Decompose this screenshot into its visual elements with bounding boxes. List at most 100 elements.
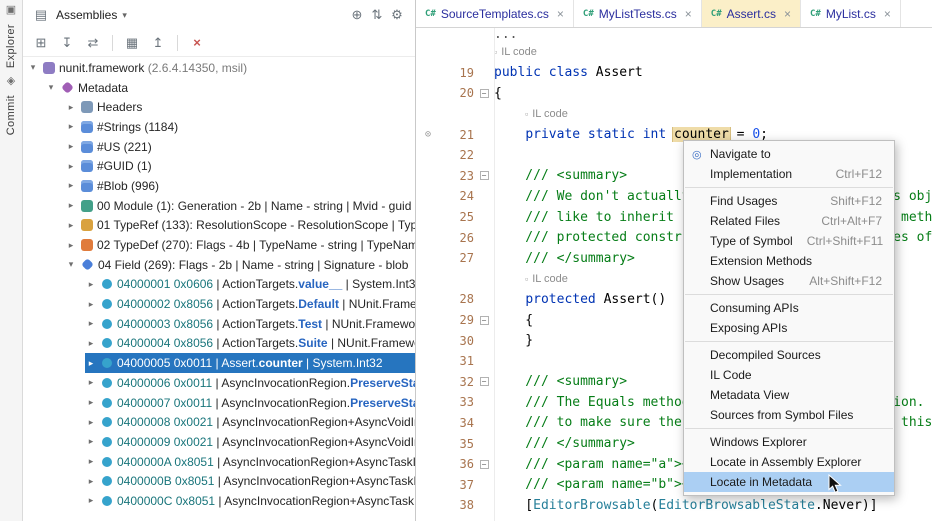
code-text[interactable]: public class Assert: [494, 65, 932, 80]
menu-item-consuming-apis[interactable]: Consuming APIs: [684, 298, 894, 318]
tree-row[interactable]: ▾Metadata: [23, 78, 415, 98]
menu-item-il-code[interactable]: IL Code: [684, 365, 894, 385]
chevron-down-icon[interactable]: ▾: [45, 82, 57, 93]
globe-icon[interactable]: ⊕: [347, 5, 367, 25]
tree-row-content[interactable]: ▸#Blob (996): [65, 176, 415, 196]
tab-sourcetemplates-cs[interactable]: C#SourceTemplates.cs×: [416, 0, 574, 27]
menu-item-navigate-to[interactable]: ◎Navigate to: [684, 144, 894, 164]
tree-row[interactable]: ▸#GUID (1): [23, 156, 415, 176]
tree-row[interactable]: ▸02 TypeDef (270): Flags - 4b | TypeName…: [23, 235, 415, 255]
code-text[interactable]: [EditorBrowsable(EditorBrowsableState.Ne…: [494, 498, 932, 513]
tree-row-content[interactable]: ▸04000003 0x8056 | ActionTargets.Test | …: [85, 314, 415, 334]
chevron-right-icon[interactable]: ▸: [65, 180, 77, 191]
fold-marker-icon[interactable]: −: [480, 316, 489, 325]
tool-window-tab-commit[interactable]: Commit: [5, 95, 17, 135]
menu-item-exposing-apis[interactable]: Exposing APIs: [684, 318, 894, 338]
tool-window-tab-explorer[interactable]: Explorer: [5, 24, 17, 68]
code-text[interactable]: {: [494, 86, 932, 101]
close-icon[interactable]: ×: [784, 7, 791, 21]
gear-icon[interactable]: ⚙: [387, 5, 407, 25]
tree-row-content[interactable]: ▸04000009 0x0021 | AsyncInvocationRegion…: [85, 432, 415, 452]
add-assembly-icon[interactable]: ⊞: [31, 33, 51, 53]
il-code-inlay[interactable]: ▫IL code: [525, 273, 568, 285]
chevron-right-icon[interactable]: ▸: [65, 220, 77, 231]
menu-item-find-usages[interactable]: Find UsagesShift+F12: [684, 191, 894, 211]
menu-item-metadata-view[interactable]: Metadata View: [684, 385, 894, 405]
tree-row[interactable]: ▸04000001 0x0606 | ActionTargets.value__…: [23, 275, 415, 295]
tree-row[interactable]: ▸0400000B 0x8051 | AsyncInvocationRegion…: [23, 471, 415, 491]
grid-icon[interactable]: ▦: [122, 33, 142, 53]
tree-row[interactable]: ▸#Strings (1184): [23, 117, 415, 137]
fold-marker-icon[interactable]: −: [480, 171, 489, 180]
tree-row[interactable]: ▸Headers: [23, 97, 415, 117]
tree-row[interactable]: ▸#Blob (996): [23, 176, 415, 196]
chevron-right-icon[interactable]: ▸: [65, 240, 77, 251]
menu-item-type-of-symbol[interactable]: Type of SymbolCtrl+Shift+F11: [684, 231, 894, 251]
tab-mylist-cs[interactable]: C#MyList.cs×: [801, 0, 901, 27]
export-icon[interactable]: ↥: [148, 33, 168, 53]
chevron-right-icon[interactable]: ▸: [85, 397, 97, 408]
tree-row-content[interactable]: ▸#US (221): [65, 137, 415, 157]
chevron-right-icon[interactable]: ▸: [65, 121, 77, 132]
chevron-right-icon[interactable]: ▸: [85, 495, 97, 506]
chevron-right-icon[interactable]: ▸: [85, 377, 97, 388]
tree-row[interactable]: ▸04000002 0x8056 | ActionTargets.Default…: [23, 294, 415, 314]
tree-row-content[interactable]: ▸0400000A 0x8051 | AsyncInvocationRegion…: [85, 452, 415, 472]
tree-row-content[interactable]: ▸0400000C 0x8051 | AsyncInvocationRegion…: [85, 491, 415, 511]
chevron-right-icon[interactable]: ▸: [85, 279, 97, 290]
tree-row[interactable]: ▸#US (221): [23, 137, 415, 157]
tree-row[interactable]: ▸04000003 0x8056 | ActionTargets.Test | …: [23, 314, 415, 334]
import-icon[interactable]: ↧: [57, 33, 77, 53]
tree-row-content[interactable]: ▸04000007 0x0011 | AsyncInvocationRegion…: [85, 393, 415, 413]
assemblies-title[interactable]: Assemblies: [56, 8, 117, 22]
tree-row[interactable]: ▸04000005 0x0011 | Assert.counter | Syst…: [23, 353, 415, 373]
chevron-right-icon[interactable]: ▸: [65, 141, 77, 152]
tree-row-content[interactable]: ▸01 TypeRef (133): ResolutionScope - Res…: [65, 216, 415, 236]
chevron-right-icon[interactable]: ▸: [85, 436, 97, 447]
sync-icon[interactable]: ⇄: [83, 33, 103, 53]
tree-row-content[interactable]: ▾04 Field (269): Flags - 2b | Name - str…: [65, 255, 415, 275]
fold-marker-icon[interactable]: −: [480, 460, 489, 469]
menu-item-show-usages[interactable]: Show UsagesAlt+Shift+F12: [684, 271, 894, 291]
chevron-right-icon[interactable]: ▸: [85, 456, 97, 467]
chevron-right-icon[interactable]: ▸: [65, 102, 77, 113]
chevron-right-icon[interactable]: ▸: [85, 338, 97, 349]
chevron-right-icon[interactable]: ▸: [85, 417, 97, 428]
menu-item-extension-methods[interactable]: Extension Methods: [684, 251, 894, 271]
fold-marker-icon[interactable]: −: [480, 89, 489, 98]
tree-row[interactable]: ▸04000006 0x0011 | AsyncInvocationRegion…: [23, 373, 415, 393]
tree-row-content[interactable]: ▸00 Module (1): Generation - 2b | Name -…: [65, 196, 415, 216]
tree-row[interactable]: ▸04000009 0x0021 | AsyncInvocationRegion…: [23, 432, 415, 452]
chevron-down-icon[interactable]: ▾: [122, 10, 127, 21]
menu-item-related-files[interactable]: Related FilesCtrl+Alt+F7: [684, 211, 894, 231]
tree-row[interactable]: ▾nunit.framework (2.6.4.14350, msil): [23, 58, 415, 78]
tree-row[interactable]: ▾04 Field (269): Flags - 2b | Name - str…: [23, 255, 415, 275]
chevron-right-icon[interactable]: ▸: [85, 299, 97, 310]
chevron-down-icon[interactable]: ▾: [65, 259, 77, 270]
tab-mylisttests-cs[interactable]: C#MyListTests.cs×: [574, 0, 702, 27]
tree-row-content[interactable]: ▸Headers: [65, 97, 415, 117]
tree-row[interactable]: ▸04000007 0x0011 | AsyncInvocationRegion…: [23, 393, 415, 413]
menu-item-locate-in-metadata[interactable]: Locate in Metadata: [684, 472, 894, 492]
gutter-hint-icon[interactable]: ⊙: [416, 129, 440, 140]
tree-row-content[interactable]: ▸0400000B 0x8051 | AsyncInvocationRegion…: [85, 471, 415, 491]
menu-item-decompiled-sources[interactable]: Decompiled Sources: [684, 345, 894, 365]
tree-row-content[interactable]: ▸04000002 0x8056 | ActionTargets.Default…: [85, 294, 415, 314]
close-icon[interactable]: ×: [884, 7, 891, 21]
chevron-right-icon[interactable]: ▸: [85, 318, 97, 329]
il-code-inlay[interactable]: ▫IL code: [525, 108, 568, 120]
close-icon[interactable]: ×: [557, 7, 564, 21]
tree-row-content[interactable]: ▸#Strings (1184): [65, 117, 415, 137]
menu-item-implementation[interactable]: ImplementationCtrl+F12: [684, 164, 894, 184]
tree-row-content[interactable]: ▸#GUID (1): [65, 156, 415, 176]
chevron-right-icon[interactable]: ▸: [65, 200, 77, 211]
tree-row-content[interactable]: ▸04000008 0x0021 | AsyncInvocationRegion…: [85, 412, 415, 432]
sort-icon[interactable]: ⇅: [367, 5, 387, 25]
tree-row-content[interactable]: ▸04000005 0x0011 | Assert.counter | Syst…: [85, 353, 415, 373]
tree-row-content[interactable]: ▸02 TypeDef (270): Flags - 4b | TypeName…: [65, 235, 415, 255]
tab-assert-cs[interactable]: C#Assert.cs×: [702, 0, 801, 27]
tree-row-content[interactable]: ▸04000001 0x0606 | ActionTargets.value__…: [85, 275, 415, 295]
tree-row-content[interactable]: ▾Metadata: [45, 78, 415, 98]
remove-icon[interactable]: ×: [187, 33, 207, 53]
menu-item-sources-from-symbol-files[interactable]: Sources from Symbol Files: [684, 405, 894, 425]
